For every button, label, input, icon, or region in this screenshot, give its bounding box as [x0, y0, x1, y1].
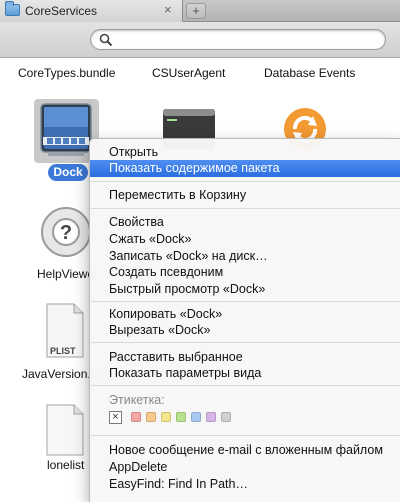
item-csuseragent-label[interactable]: CSUserAgent	[152, 66, 225, 80]
item-coretypes-label[interactable]: CoreTypes.bundle	[18, 66, 115, 80]
context-menu: Открыть Показать содержимое пакета Перем…	[89, 138, 400, 502]
label-green-button[interactable]	[176, 412, 186, 422]
search-input[interactable]	[90, 29, 386, 50]
label-gray-button[interactable]	[221, 412, 231, 422]
menu-separator	[91, 301, 400, 302]
dock-item-label[interactable]: Dock	[48, 164, 88, 181]
tab-coreservices[interactable]: CoreServices ×	[0, 0, 183, 22]
menu-show-package-contents[interactable]: Показать содержимое пакета	[90, 160, 400, 177]
menu-open[interactable]: Открыть	[90, 144, 400, 161]
plist-file-icon: PLIST	[46, 303, 84, 358]
dock-app-icon	[40, 103, 92, 156]
menu-burn-to-disc[interactable]: Записать «Dock» на диск…	[90, 248, 400, 265]
menu-new-email-with-attachment[interactable]: Новое сообщение e-mail с вложенным файло…	[90, 442, 400, 459]
menu-separator	[91, 385, 400, 386]
menu-show-view-options[interactable]: Показать параметры вида	[90, 365, 400, 382]
item-database-events-label[interactable]: Database Events	[264, 66, 355, 80]
close-tab-icon[interactable]: ×	[164, 3, 172, 17]
label-blue-button[interactable]	[191, 412, 201, 422]
document-icon	[46, 404, 84, 456]
search-icon	[99, 33, 113, 47]
menu-cut[interactable]: Вырезать «Dock»	[90, 322, 400, 339]
label-orange-button[interactable]	[146, 412, 156, 422]
menu-move-to-trash[interactable]: Переместить в Корзину	[90, 187, 400, 204]
label-red-button[interactable]	[131, 412, 141, 422]
menu-separator	[91, 181, 400, 182]
menu-separator	[91, 208, 400, 209]
menu-appdelete[interactable]: AppDelete	[90, 459, 400, 476]
tab-bar: CoreServices × +	[0, 0, 400, 22]
toolbar	[0, 22, 400, 58]
menu-easyfind[interactable]: EasyFind: Find In Path…	[90, 476, 400, 493]
menu-separator	[91, 342, 400, 343]
svg-text:?: ?	[60, 222, 72, 244]
item-javaversion-label[interactable]: JavaVersion.p	[22, 367, 97, 381]
label-yellow-button[interactable]	[161, 412, 171, 422]
menu-arrange-selected[interactable]: Расставить выбранное	[90, 349, 400, 366]
item-helpviewer-label[interactable]: HelpViewe	[37, 267, 94, 281]
menu-quick-look[interactable]: Быстрый просмотр «Dock»	[90, 281, 400, 298]
label-purple-button[interactable]	[206, 412, 216, 422]
item-lonelist-label[interactable]: lonelist	[47, 458, 84, 472]
menu-compress[interactable]: Сжать «Dock»	[90, 231, 400, 248]
tab-title: CoreServices	[25, 4, 98, 18]
menu-separator	[91, 435, 400, 436]
plist-badge: PLIST	[50, 346, 76, 356]
menu-labels-header: Этикетка:	[109, 393, 165, 407]
menu-copy[interactable]: Копировать «Dock»	[90, 306, 400, 323]
menu-make-alias[interactable]: Создать псевдоним	[90, 264, 400, 281]
menu-get-info[interactable]: Свойства	[90, 214, 400, 231]
label-none-button[interactable]: ×	[109, 411, 122, 424]
help-lifebuoy-icon: ?	[41, 207, 91, 257]
new-tab-button[interactable]: +	[186, 3, 206, 19]
folder-icon	[5, 1, 20, 16]
